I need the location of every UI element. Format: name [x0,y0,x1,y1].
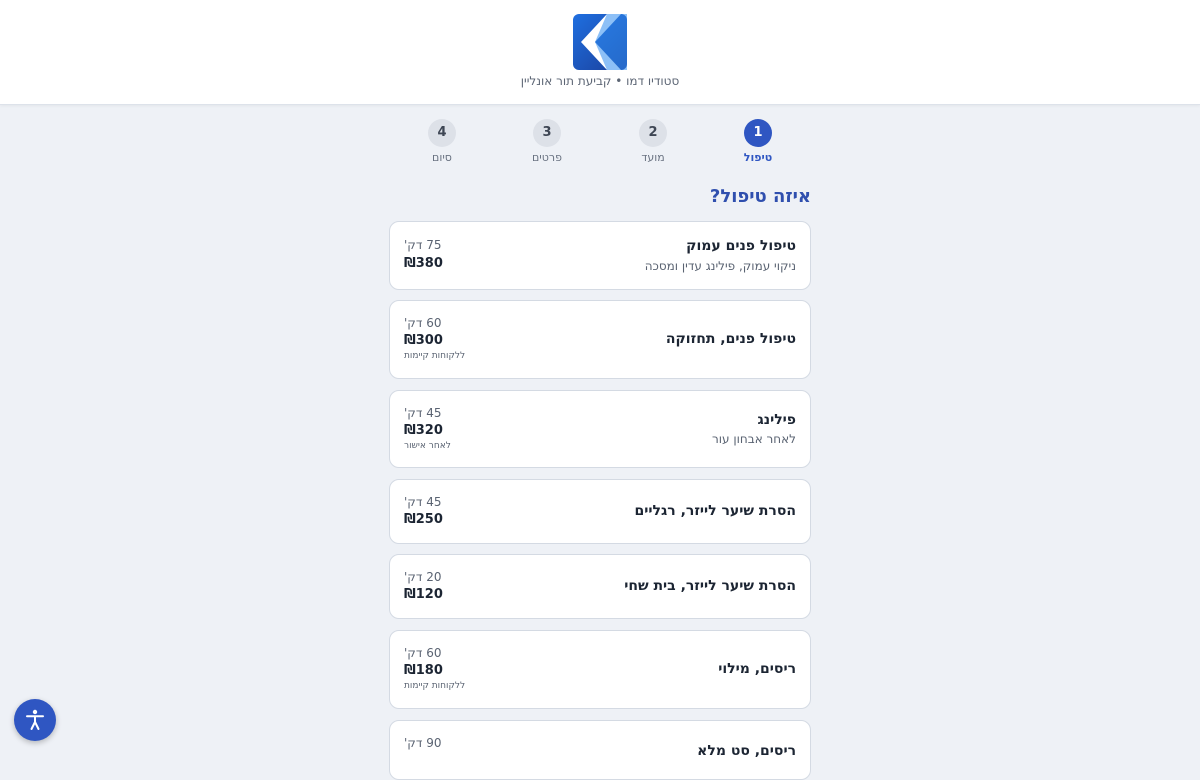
step-number: 2 [639,119,667,147]
service-duration: 60 דק' [404,646,442,660]
step-number: 3 [533,119,561,147]
service-duration: 45 דק' [404,406,442,420]
service-name: טיפול פנים, תחזוקה [665,331,796,347]
service-name: הסרת שיער לייזר, רגליים [634,503,796,519]
service-duration: 20 דק' [404,570,442,584]
step-label: סיום [432,151,452,164]
service-note: ללקוחות קיימות [404,681,466,691]
service-name: פילינג [757,412,796,428]
service-price: ₪300 [404,333,443,348]
page-title: איזה טיפול? [709,186,811,207]
header: סטודיו דמו • קביעת תור אונליין [0,0,1200,105]
service-price: ₪380 [404,256,443,271]
service-price: ₪180 [404,663,443,678]
service-duration: 60 דק' [404,316,442,330]
step-label: פרטים [532,151,562,164]
service-price: ₪120 [404,587,443,602]
service-duration: 90 דק' [404,736,442,750]
service-name: טיפול פנים עמוק [686,238,796,254]
service-card[interactable]: ריסים, סט מלא 90 דק' [389,720,811,780]
booking-stepper: 1 טיפול 2 מועד 3 פרטים 4 סיום [0,119,1200,169]
service-card[interactable]: פילינג לאחר אבחון עור 45 דק' ₪320 לאחר א… [389,390,811,468]
step-time[interactable]: 2 מועד [623,119,683,164]
service-note: לאחר אישור [404,441,451,451]
step-treatment[interactable]: 1 טיפול [728,119,788,164]
service-price: ₪250 [404,512,443,527]
service-duration: 75 דק' [404,238,442,252]
service-name: הסרת שיער לייזר, בית שחי [624,578,796,594]
service-card[interactable]: הסרת שיער לייזר, רגליים 45 דק' ₪250 [389,479,811,544]
step-label: מועד [641,151,665,164]
step-number: 1 [744,119,772,147]
service-card[interactable]: ריסים, מילוי 60 דק' ₪180 ללקוחות קיימות [389,630,811,709]
header-subtitle: סטודיו דמו • קביעת תור אונליין [520,74,680,88]
step-finish[interactable]: 4 סיום [412,119,472,164]
service-price: ₪320 [404,423,443,438]
step-details[interactable]: 3 פרטים [517,119,577,164]
studio-logo[interactable] [573,14,627,70]
service-card[interactable]: הסרת שיער לייזר, בית שחי 20 דק' ₪120 [389,554,811,619]
step-number: 4 [428,119,456,147]
service-note: ללקוחות קיימות [404,351,466,361]
service-description: ניקוי עמוק, פילינג עדין ומסכה [644,259,796,273]
service-duration: 45 דק' [404,495,442,509]
service-name: ריסים, סט מלא [697,743,796,759]
service-name: ריסים, מילוי [718,661,796,677]
service-card[interactable]: טיפול פנים עמוק ניקוי עמוק, פילינג עדין … [389,221,811,290]
service-card[interactable]: טיפול פנים, תחזוקה 60 דק' ₪300 ללקוחות ק… [389,300,811,379]
step-label: טיפול [743,151,773,164]
service-description: לאחר אבחון עור [712,432,796,446]
accessibility-button[interactable] [14,699,56,741]
